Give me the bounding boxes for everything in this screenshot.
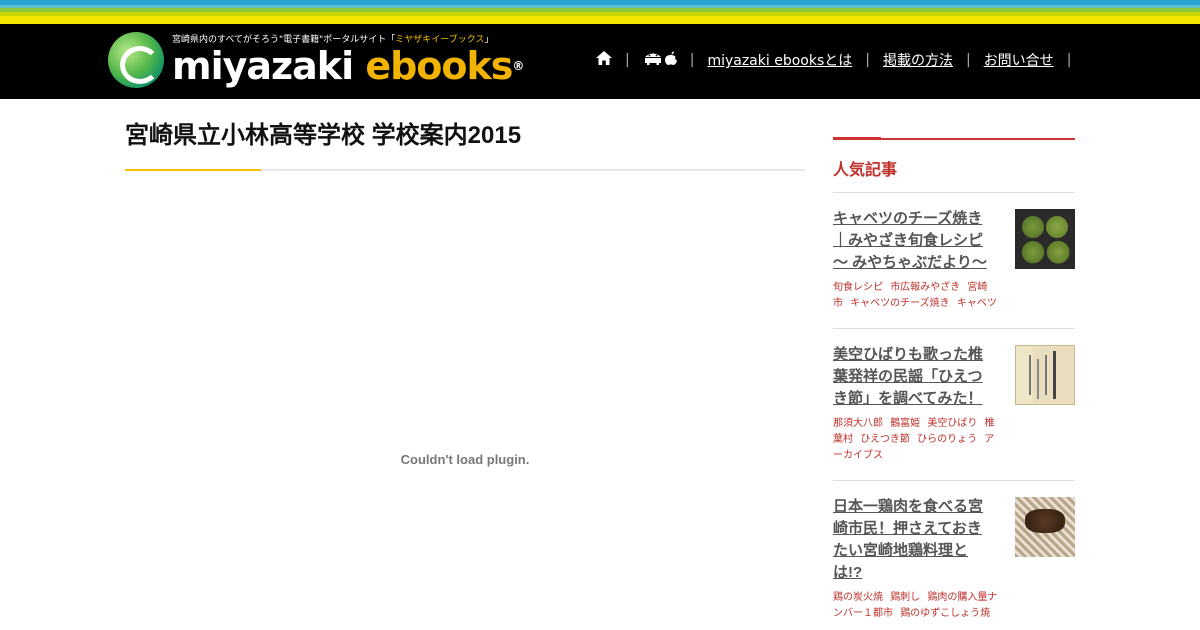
page-title: 宮崎県立小林高等学校 学校案内2015	[125, 122, 522, 149]
tag-link[interactable]: 旬食レシピ	[833, 282, 883, 293]
post-thumbnail[interactable]	[1015, 209, 1075, 269]
popular-post-link[interactable]: キャベツのチーズ焼き｜みやざき旬食レシピ ～ みやちゃぶだより～	[833, 208, 993, 274]
post-thumbnail[interactable]	[1015, 497, 1075, 557]
main-content: 宮崎県立小林高等学校 学校案内2015 Couldn't load plugin…	[125, 121, 805, 467]
tag-link[interactable]: キャベツ	[957, 298, 997, 309]
post-tags: 旬食レシピ 市広報みやざき 宮崎市 キャベツのチーズ焼き キャベツ	[833, 280, 1001, 312]
popular-post-item: 日本一鶏肉を食べる宮崎市民！押さえておきたい宮崎地鶏料理とは!? 鶏の炭火焼 鶏…	[833, 480, 1075, 622]
popular-post-item: 美空ひばりも歌った椎葉発祥の民謡「ひえつき節」を調べてみた！ 那須大八郎 鶴富姫…	[833, 328, 1075, 480]
tag-link[interactable]: 鶏の炭火焼	[833, 592, 883, 603]
main-nav: | | miyazaki ebooksとは | 掲載の方法 | お問い合せ |	[596, 50, 1084, 70]
site-wordmark: miyazaki ebooks®	[172, 44, 524, 88]
popular-post-link[interactable]: 美空ひばりも歌った椎葉発祥の民謡「ひえつき節」を調べてみた！	[833, 344, 993, 410]
popular-posts-heading: 人気記事	[833, 162, 898, 179]
nav-listing-link[interactable]: 掲載の方法	[883, 50, 953, 70]
android-apple-icon[interactable]	[643, 51, 677, 69]
title-divider	[125, 169, 805, 171]
site-header: 宮崎県内のすべてがそろう"電子書籍"ポータルサイト「ミヤザキイーブックス」 mi…	[0, 24, 1200, 99]
plugin-error-message: Couldn't load plugin.	[400, 452, 530, 467]
popular-post-item: キャベツのチーズ焼き｜みやざき旬食レシピ ～ みやちゃぶだより～ 旬食レシピ 市…	[833, 192, 1075, 328]
tag-link[interactable]: 市広報みやざき	[890, 282, 960, 293]
tag-link[interactable]: 那須大八郎	[833, 418, 883, 429]
nav-about-link[interactable]: miyazaki ebooksとは	[707, 50, 852, 70]
tag-link[interactable]: キャベツのチーズ焼き	[850, 298, 950, 309]
tag-link[interactable]: ひえつき節	[860, 434, 910, 445]
sidebar: 人気記事 キャベツのチーズ焼き｜みやざき旬食レシピ ～ みやちゃぶだより～ 旬食…	[833, 137, 1075, 622]
sidebar-divider	[833, 137, 1075, 140]
tag-link[interactable]: 鶏刺し	[890, 592, 920, 603]
popular-post-link[interactable]: 日本一鶏肉を食べる宮崎市民！押さえておきたい宮崎地鶏料理とは!?	[833, 496, 993, 584]
color-stripe-banner	[0, 0, 1200, 24]
tag-link[interactable]: ひらのりょう	[917, 434, 977, 445]
post-tags: 那須大八郎 鶴富姫 美空ひばり 椎葉村 ひえつき節 ひらのりょう アーカイブス	[833, 416, 1001, 464]
nav-contact-link[interactable]: お問い合せ	[984, 50, 1054, 70]
home-icon[interactable]	[596, 51, 612, 69]
tag-link[interactable]: 美空ひばり	[927, 418, 977, 429]
post-thumbnail[interactable]	[1015, 345, 1075, 405]
logo-e-icon	[108, 32, 164, 88]
post-tags: 鶏の炭火焼 鶏刺し 鶏肉の購入量ナンバー１都市 鶏のゆずこしょう焼	[833, 590, 1001, 622]
tag-link[interactable]: 鶏のゆずこしょう焼	[900, 608, 990, 619]
tag-link[interactable]: 鶴富姫	[890, 418, 920, 429]
